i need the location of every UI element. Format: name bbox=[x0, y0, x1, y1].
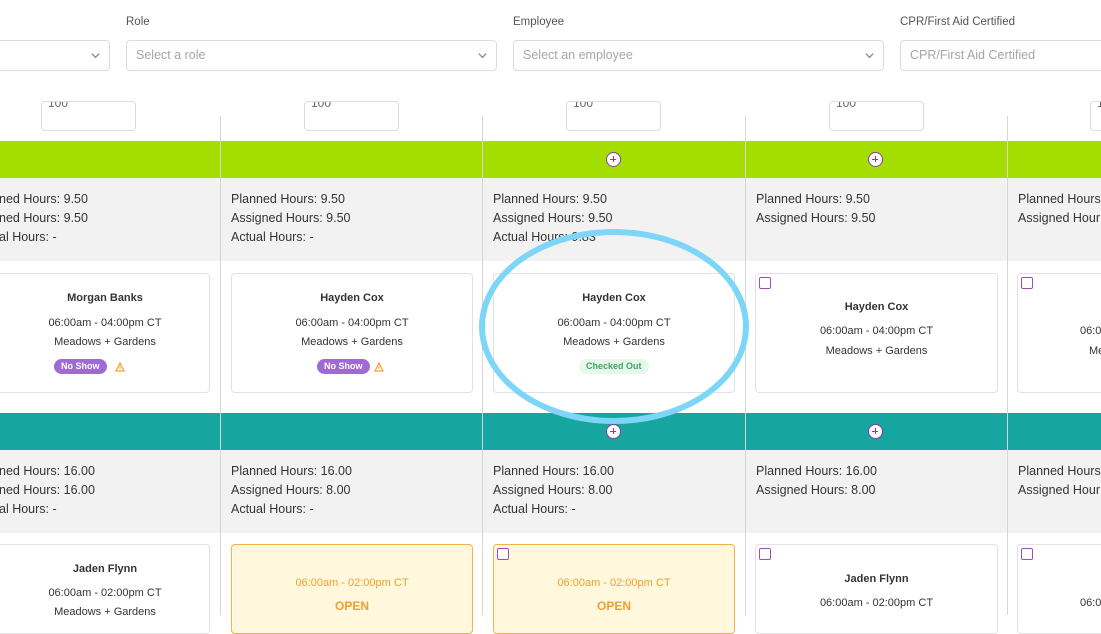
shift-time: 06:00am - 04:00pm CT bbox=[295, 317, 409, 329]
shift-location: Meadows + Gardens bbox=[54, 336, 156, 348]
open-shift-card[interactable]: 06:00am - 02:00pm CT OPEN bbox=[231, 544, 473, 634]
actual-hours: al Hours: - bbox=[0, 502, 57, 516]
employee-name: Morgan Banks bbox=[67, 292, 143, 304]
assigned-hours: ned Hours: 16.00 bbox=[0, 483, 95, 497]
actual-hours: Actual Hours: - bbox=[231, 502, 314, 516]
role-select[interactable]: Select a role bbox=[126, 40, 497, 71]
planned-hours: Planned Hours bbox=[1018, 464, 1101, 478]
planned-hours: Planned Hours bbox=[1018, 192, 1101, 206]
warning-icon bbox=[115, 362, 125, 372]
headcount-input[interactable]: 100 bbox=[566, 101, 661, 131]
open-label: OPEN bbox=[596, 599, 631, 613]
shift-location: Me bbox=[1089, 345, 1101, 357]
role-placeholder: Select a role bbox=[136, 48, 206, 62]
planned-hours: Planned Hours: 16.00 bbox=[231, 464, 352, 478]
shift-time: 06:00am - 02:00pm CT bbox=[48, 587, 162, 599]
shift-card[interactable]: Hayden Cox 06:00am - 04:00pm CT Meadows … bbox=[755, 273, 998, 393]
select-checkbox[interactable] bbox=[497, 548, 509, 560]
hours-summary-row: ned Hours: 16.00 ned Hours: 16.00 al Hou… bbox=[0, 450, 1101, 533]
assigned-hours: Assigned Hours: 9.50 bbox=[231, 211, 351, 225]
shift-time: 06:0 bbox=[1080, 597, 1101, 609]
assigned-hours: Assigned Hour bbox=[1018, 483, 1100, 497]
planned-hours: ned Hours: 16.00 bbox=[0, 464, 95, 478]
shift-card[interactable]: 06:0 bbox=[1017, 544, 1101, 634]
cpr-select[interactable]: CPR/First Aid Certified bbox=[900, 40, 1101, 71]
shift-time: 06:00am - 02:00pm CT bbox=[557, 577, 671, 589]
shift-card[interactable]: Morgan Banks 06:00am - 04:00pm CT Meadow… bbox=[0, 273, 210, 393]
location-select[interactable] bbox=[0, 40, 110, 71]
assigned-hours: Assigned Hours: 8.00 bbox=[756, 483, 876, 497]
employee-placeholder: Select an employee bbox=[523, 48, 633, 62]
column-divider bbox=[220, 116, 221, 615]
employee-name: Hayden Cox bbox=[844, 301, 909, 313]
shift-location: Meadows + Gardens bbox=[301, 336, 403, 348]
employee-name: Jaden Flynn bbox=[72, 563, 138, 575]
open-label: OPEN bbox=[334, 599, 369, 613]
shift-time: 06:00am - 04:00pm CT bbox=[48, 317, 162, 329]
cpr-placeholder: CPR/First Aid Certified bbox=[910, 48, 1036, 62]
employee-label: Employee bbox=[513, 16, 565, 28]
chevron-down-icon bbox=[865, 53, 874, 59]
planned-hours: Planned Hours: 16.00 bbox=[493, 464, 614, 478]
no-show-badge: No Show bbox=[317, 359, 370, 374]
headcount-input[interactable]: 100 bbox=[41, 101, 136, 131]
column-divider bbox=[1007, 116, 1008, 615]
shift-group-band bbox=[0, 141, 1101, 178]
employee-name: Jaden Flynn bbox=[844, 573, 909, 585]
shift-time: 06:00am - 02:00pm CT bbox=[819, 597, 934, 609]
shift-location: Meadows + Gardens bbox=[825, 345, 928, 357]
column-divider bbox=[745, 116, 746, 615]
add-shift-icon[interactable] bbox=[606, 424, 621, 439]
chevron-down-icon bbox=[91, 53, 100, 59]
shift-group-band bbox=[0, 413, 1101, 450]
planned-hours: ned Hours: 9.50 bbox=[0, 192, 88, 206]
warning-icon bbox=[374, 362, 384, 372]
column-divider bbox=[482, 116, 483, 615]
shift-time: 06:0 bbox=[1080, 325, 1101, 337]
headcount-input[interactable]: 100 bbox=[304, 101, 399, 131]
assigned-hours: Assigned Hours: 8.00 bbox=[231, 483, 351, 497]
add-shift-icon[interactable] bbox=[606, 152, 621, 167]
shift-location: Meadows + Gardens bbox=[54, 606, 156, 618]
headcount-input[interactable]: 100 bbox=[829, 101, 924, 131]
open-shift-card[interactable]: 06:00am - 02:00pm CT OPEN bbox=[493, 544, 735, 634]
role-label: Role bbox=[126, 16, 150, 28]
actual-hours: al Hours: - bbox=[0, 230, 57, 244]
planned-hours: Planned Hours: 9.50 bbox=[231, 192, 345, 206]
shift-time: 06:00am - 04:00pm CT bbox=[819, 325, 934, 337]
add-shift-icon[interactable] bbox=[868, 424, 883, 439]
select-checkbox[interactable] bbox=[1021, 548, 1033, 560]
planned-hours: Planned Hours: 9.50 bbox=[756, 192, 870, 206]
assigned-hours: Assigned Hours: 9.50 bbox=[756, 211, 876, 225]
shift-card[interactable]: 06:0 Me bbox=[1017, 273, 1101, 393]
shift-card[interactable]: Jaden Flynn 06:00am - 02:00pm CT bbox=[755, 544, 998, 634]
actual-hours: Actual Hours: - bbox=[231, 230, 314, 244]
actual-hours: Actual Hours: - bbox=[493, 502, 576, 516]
employee-name: Hayden Cox bbox=[320, 292, 384, 304]
select-checkbox[interactable] bbox=[759, 548, 771, 560]
planned-hours: Planned Hours: 9.50 bbox=[493, 192, 607, 206]
employee-select[interactable]: Select an employee bbox=[513, 40, 884, 71]
assigned-hours: Assigned Hours: 9.50 bbox=[493, 211, 613, 225]
assigned-hours: Assigned Hour bbox=[1018, 211, 1100, 225]
no-show-badge: No Show bbox=[54, 359, 107, 374]
shift-time: 06:00am - 02:00pm CT bbox=[295, 577, 409, 589]
assigned-hours: Assigned Hours: 8.00 bbox=[493, 483, 613, 497]
cpr-label: CPR/First Aid Certified bbox=[900, 16, 1016, 28]
highlight-annotation bbox=[479, 229, 749, 424]
shift-card[interactable]: Hayden Cox 06:00am - 04:00pm CT Meadows … bbox=[231, 273, 473, 393]
select-checkbox[interactable] bbox=[1021, 277, 1033, 289]
shift-card[interactable]: Jaden Flynn 06:00am - 02:00pm CT Meadows… bbox=[0, 544, 210, 634]
chevron-down-icon bbox=[478, 53, 487, 59]
add-shift-icon[interactable] bbox=[868, 152, 883, 167]
assigned-hours: ned Hours: 9.50 bbox=[0, 211, 88, 225]
planned-hours: Planned Hours: 16.00 bbox=[756, 464, 877, 478]
select-checkbox[interactable] bbox=[759, 277, 771, 289]
headcount-input[interactable]: 100 bbox=[1090, 101, 1101, 131]
